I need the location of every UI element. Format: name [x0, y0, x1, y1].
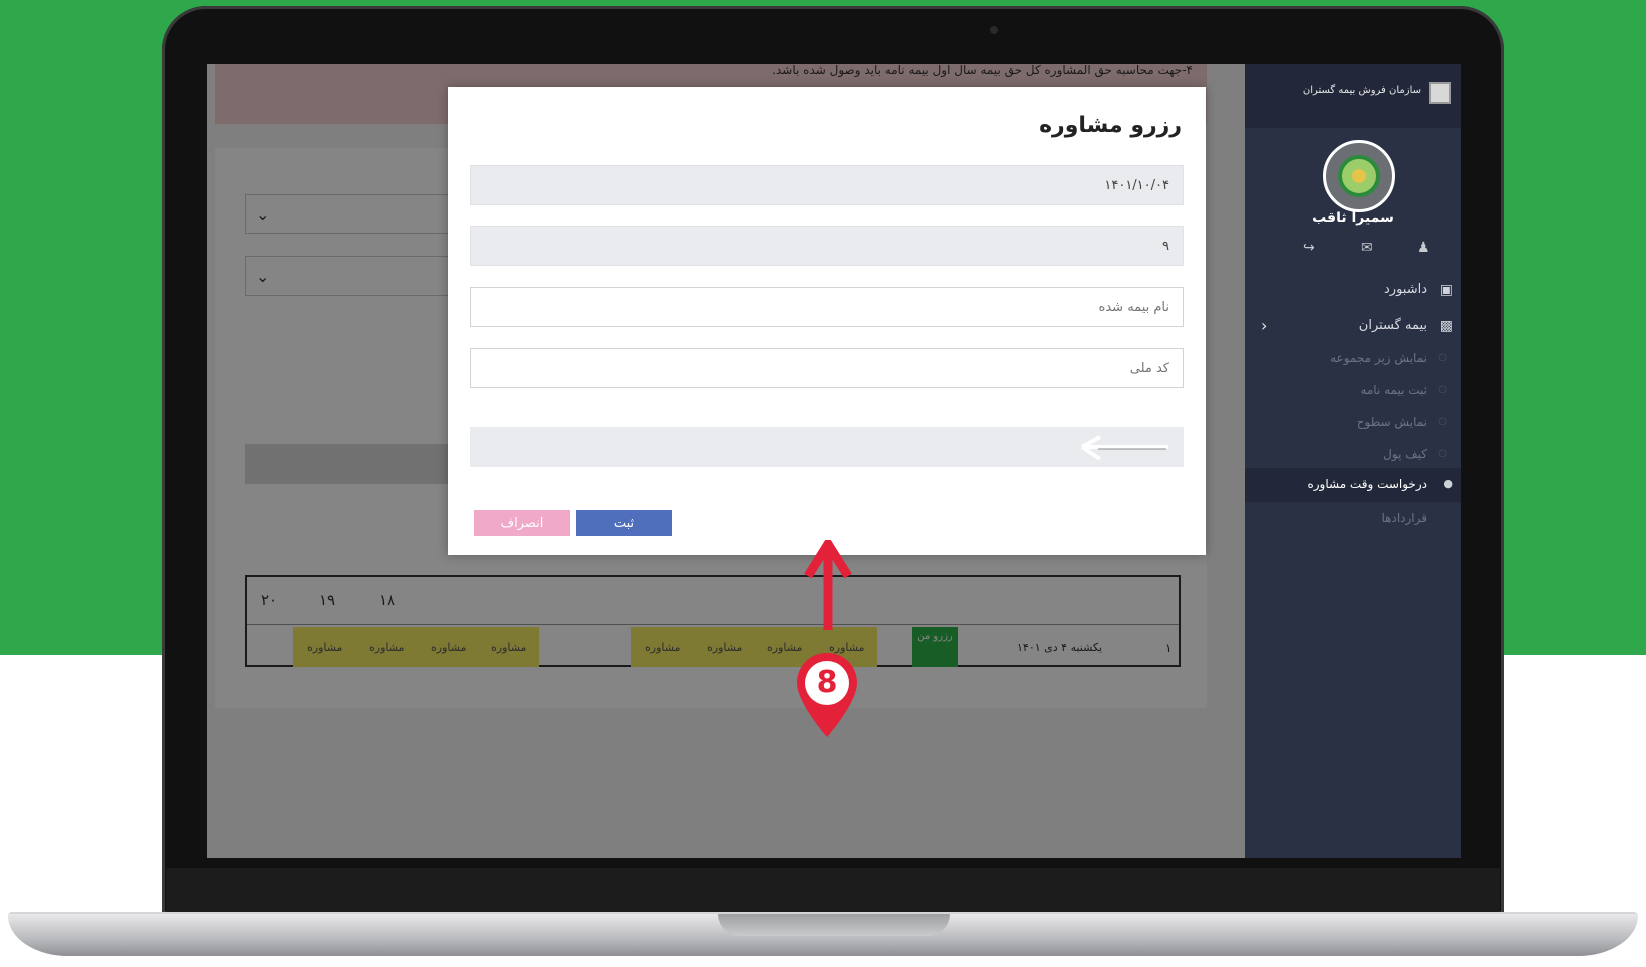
monitor-icon: ▣ — [1439, 282, 1453, 298]
sitemap-icon: ▩ — [1439, 318, 1453, 334]
sidebar-subitem-label: نمایش زیر مجموعه — [1330, 351, 1427, 365]
circle-icon: ○ — [1438, 352, 1447, 363]
sidebar-subitem[interactable]: ○ نمایش سطوح — [1245, 408, 1461, 438]
org-name: سازمان فروش بیمه گستران — [1302, 85, 1421, 96]
sidebar-header: سازمان فروش بیمه گستران — [1245, 64, 1461, 128]
captcha-image — [470, 427, 1184, 467]
captcha-squiggle-icon — [1080, 435, 1168, 461]
sidebar-item-label: درخواست وقت مشاوره — [1307, 477, 1427, 491]
user-icon[interactable]: ♟ — [1417, 240, 1430, 256]
insured-name-field[interactable] — [470, 287, 1184, 327]
sidebar-item-bime-gostaran[interactable]: ▩ بیمه گستران ‹ — [1245, 312, 1461, 344]
avatar — [1323, 140, 1395, 212]
circle-icon: ○ — [1438, 416, 1447, 427]
reservation-modal: رزرو مشاوره ثبت انصراف — [448, 87, 1206, 555]
cancel-button[interactable]: انصراف — [474, 510, 570, 536]
modal-title: رزرو مشاوره — [1039, 113, 1182, 138]
sidebar-subitem-label: نمایش سطوح — [1356, 415, 1427, 429]
camera-icon — [990, 26, 998, 34]
chevron-left-icon: ‹ — [1261, 316, 1268, 335]
laptop-chin — [166, 868, 1500, 914]
sidebar-item-label: داشبورد — [1384, 282, 1427, 297]
sidebar-subitem[interactable]: قراردادها — [1245, 504, 1461, 534]
sidebar: سازمان فروش بیمه گستران سمیرا ثاقب ♟ ✉ ↪… — [1245, 64, 1461, 858]
logout-icon[interactable]: ↪ — [1303, 240, 1315, 256]
avatar-emblem-icon — [1338, 155, 1380, 197]
step-number: 8 — [816, 665, 838, 700]
sidebar-item-consultation-request[interactable]: ● درخواست وقت مشاوره — [1245, 468, 1461, 502]
submit-button[interactable]: ثبت — [576, 510, 672, 536]
date-field — [470, 165, 1184, 205]
user-name: سمیرا ثاقب — [1312, 210, 1394, 226]
national-code-field[interactable] — [470, 348, 1184, 388]
sidebar-subitem[interactable]: ○ نمایش زیر مجموعه — [1245, 344, 1461, 374]
arrow-up-icon — [804, 540, 852, 630]
sidebar-subitem[interactable]: ○ کیف پول — [1245, 440, 1461, 470]
sidebar-subitem-label: قراردادها — [1381, 511, 1428, 525]
org-logo-icon — [1429, 82, 1451, 104]
sidebar-subitem[interactable]: ○ ثبت بیمه نامه — [1245, 376, 1461, 406]
mail-icon[interactable]: ✉ — [1361, 240, 1373, 256]
sidebar-subitem-label: ثبت بیمه نامه — [1360, 383, 1427, 397]
hour-field — [470, 226, 1184, 266]
circle-icon: ● — [1443, 477, 1453, 490]
sidebar-item-label: بیمه گستران — [1358, 318, 1427, 333]
sidebar-item-dashboard[interactable]: ▣ داشبورد — [1245, 276, 1461, 308]
circle-icon: ○ — [1438, 448, 1447, 459]
laptop-notch — [718, 914, 950, 936]
user-actions: ♟ ✉ ↪ — [1303, 240, 1433, 258]
sidebar-subitem-label: کیف پول — [1383, 447, 1427, 461]
circle-icon: ○ — [1438, 384, 1447, 395]
